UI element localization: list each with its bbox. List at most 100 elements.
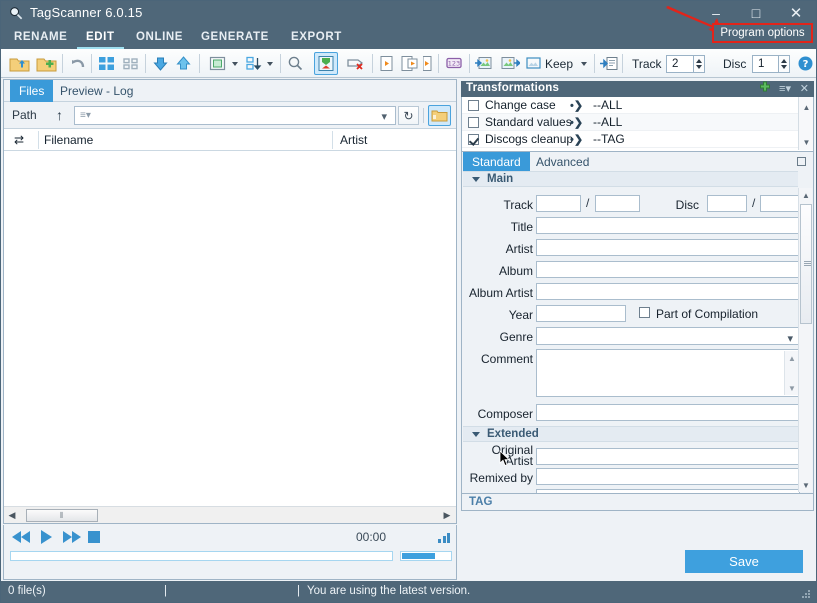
close-icon[interactable]: ✕ — [800, 82, 809, 95]
editor-scrollbar[interactable]: ▲ ▼ — [798, 188, 812, 492]
help-icon[interactable]: ? — [798, 52, 813, 75]
column-header-artist[interactable]: Artist — [340, 129, 367, 151]
caret-up-icon[interactable]: ▲ — [799, 188, 813, 202]
disc-input[interactable]: 1 — [752, 54, 779, 73]
sort-icon[interactable] — [244, 52, 263, 75]
path-input[interactable]: ≡▾ ▾ — [74, 106, 396, 125]
hscroll-thumb[interactable]: ⫴ — [26, 509, 98, 522]
menu-item-online[interactable]: ONLINE — [127, 25, 192, 49]
remixed-by-field[interactable] — [536, 468, 800, 485]
resize-grip-icon[interactable] — [802, 590, 811, 599]
list-menu-icon[interactable]: ≡▾ — [779, 82, 791, 95]
equalizer-icon[interactable] — [438, 533, 450, 543]
track-input[interactable]: 2 — [666, 54, 694, 73]
disc-total-field[interactable] — [760, 195, 800, 212]
title-field[interactable] — [536, 217, 800, 234]
refresh-icon[interactable]: ↻ — [398, 106, 419, 125]
keep-label[interactable]: Keep — [545, 52, 573, 75]
section-header-extended[interactable]: Extended — [463, 426, 798, 442]
track-stepper[interactable]: 2 — [666, 52, 705, 75]
transformation-row[interactable]: Discogs cleanup •❯ --TAG — [462, 131, 813, 148]
shuffle-icon[interactable]: ⇄ — [14, 129, 24, 151]
composer-field[interactable] — [536, 404, 800, 421]
caret-up-icon[interactable]: ▲ — [799, 100, 814, 115]
tab-advanced[interactable]: Advanced — [527, 152, 598, 171]
artwork-keep-icon[interactable] — [525, 52, 542, 75]
editor-scroll-thumb[interactable] — [800, 204, 812, 324]
close-button[interactable]: ✕ — [776, 1, 816, 25]
tab-preview-log[interactable]: Preview - Log — [51, 80, 142, 102]
program-options-callout[interactable]: Program options — [712, 23, 813, 43]
select-all-icon[interactable] — [208, 52, 227, 75]
browse-folder-icon[interactable] — [428, 105, 451, 126]
album-field[interactable] — [536, 261, 800, 278]
chevron-down-icon[interactable]: ▾ — [787, 332, 793, 345]
undo-icon[interactable] — [67, 52, 87, 75]
player-volume-slider[interactable] — [400, 551, 452, 561]
large-icons-view-icon[interactable] — [97, 52, 116, 75]
transformation-checkbox[interactable] — [468, 99, 479, 111]
transformation-checkbox[interactable] — [468, 133, 479, 145]
file-grid-hscrollbar[interactable]: ◀ ⫴ ▶ — [4, 506, 456, 523]
file-grid-body[interactable] — [4, 151, 456, 505]
disc-stepper[interactable]: 1 — [752, 52, 790, 75]
menu-item-rename[interactable]: RENAME — [5, 25, 76, 49]
add-folder-icon[interactable] — [36, 52, 57, 75]
original-artist-field[interactable] — [536, 448, 800, 465]
maximize-button[interactable]: □ — [736, 1, 776, 25]
open-folder-icon[interactable] — [9, 52, 30, 75]
playlist-add-icon[interactable] — [400, 52, 420, 75]
transformation-checkbox[interactable] — [468, 116, 479, 128]
stop-icon[interactable] — [88, 531, 100, 546]
comment-scrollbar[interactable]: ▲ ▼ — [784, 351, 798, 395]
menu-item-export[interactable]: EXPORT — [282, 25, 351, 49]
fast-forward-icon[interactable] — [61, 530, 81, 547]
clear-tag-icon[interactable] — [346, 52, 366, 75]
save-button[interactable]: Save — [685, 550, 803, 573]
play-icon[interactable] — [39, 529, 54, 548]
compilation-checkbox[interactable] — [639, 307, 650, 318]
chevron-left-icon[interactable]: ◀ — [4, 507, 20, 523]
playlist-play-icon[interactable] — [423, 52, 437, 75]
track-spinner[interactable] — [694, 54, 705, 73]
image-import-icon[interactable] — [475, 52, 494, 75]
section-header-main[interactable]: Main — [463, 171, 798, 187]
chevron-down-icon[interactable]: ▾ — [381, 110, 387, 123]
column-header-filename[interactable]: Filename — [44, 129, 93, 151]
tag-to-file-icon[interactable] — [600, 52, 619, 75]
year-field[interactable] — [536, 305, 626, 322]
comment-textarea[interactable]: ▲ ▼ — [536, 349, 800, 397]
tab-files[interactable]: Files — [10, 80, 54, 102]
keep-dropdown-icon[interactable] — [579, 52, 589, 75]
menu-item-edit[interactable]: EDIT — [77, 25, 124, 49]
select-all-dropdown-icon[interactable] — [230, 52, 240, 75]
restore-window-icon[interactable] — [797, 157, 806, 166]
caret-up-icon[interactable]: ▲ — [785, 351, 799, 365]
transformation-row[interactable]: Standard values •❯ --ALL — [462, 114, 813, 131]
album-artist-field[interactable] — [536, 283, 800, 300]
arrow-up-icon[interactable]: ↑ — [56, 107, 63, 123]
transformation-row[interactable]: Change case •❯ --ALL — [462, 97, 813, 114]
numbering-icon[interactable]: 123 — [444, 52, 464, 75]
sort-dropdown-icon[interactable] — [265, 52, 275, 75]
track-total-field[interactable] — [595, 195, 640, 212]
small-icons-view-icon[interactable] — [121, 52, 140, 75]
transformations-list[interactable]: Change case •❯ --ALL Standard values •❯ … — [461, 97, 814, 152]
caret-down-icon[interactable]: ▼ — [785, 381, 799, 395]
disc-number-field[interactable] — [707, 195, 747, 212]
image-export-icon[interactable] — [501, 52, 520, 75]
transformations-scrollbar[interactable]: ▲ ▼ — [798, 97, 813, 150]
playlist-icon[interactable] — [378, 52, 396, 75]
search-icon[interactable] — [286, 52, 305, 75]
caret-down-icon[interactable]: ▼ — [799, 478, 813, 492]
genre-combobox[interactable]: ▾ — [536, 327, 800, 345]
player-progress-slider[interactable] — [10, 551, 393, 561]
caret-down-icon[interactable]: ▼ — [799, 135, 814, 150]
move-down-icon[interactable] — [151, 52, 170, 75]
column-divider[interactable] — [332, 131, 333, 149]
chevron-right-icon[interactable]: ▶ — [439, 507, 455, 523]
artist-field[interactable] — [536, 239, 800, 256]
rewind-icon[interactable] — [12, 530, 32, 547]
track-number-field[interactable] — [536, 195, 581, 212]
move-up-icon[interactable] — [174, 52, 193, 75]
